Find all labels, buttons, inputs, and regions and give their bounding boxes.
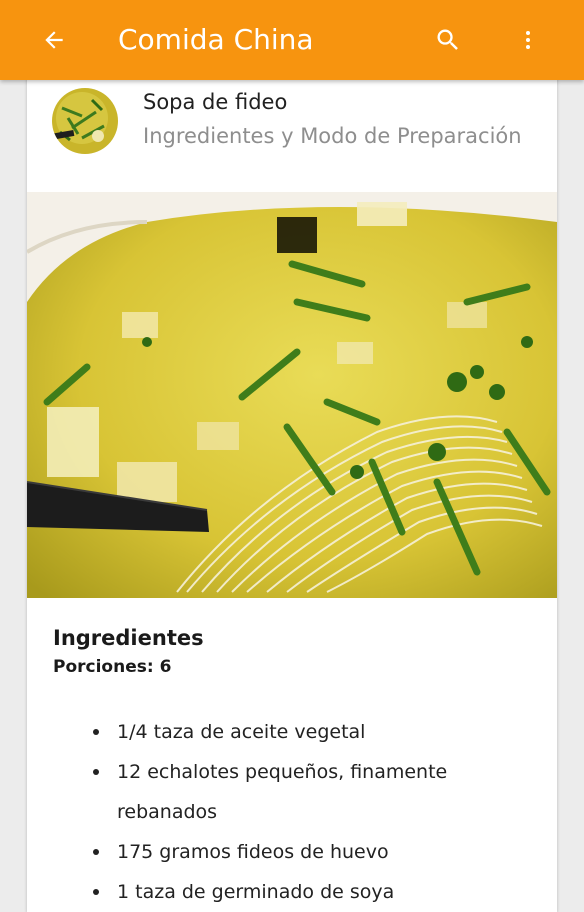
recipe-card: Sopa de fideo Ingredientes y Modo de Pre… bbox=[27, 72, 557, 912]
app-title: Comida China bbox=[118, 23, 314, 56]
bullet-icon bbox=[93, 769, 99, 775]
recipe-subtitle: Ingredientes y Modo de Preparación bbox=[143, 124, 522, 148]
ingredient-text: 1/4 taza de aceite vegetal bbox=[117, 721, 366, 743]
recipe-photo bbox=[27, 192, 557, 598]
list-item: 1 taza de germinado de soya bbox=[87, 872, 507, 912]
ingredients-heading: Ingredientes bbox=[53, 626, 204, 650]
bullet-icon bbox=[93, 849, 99, 855]
more-vert-icon bbox=[526, 31, 530, 49]
back-button[interactable] bbox=[34, 22, 74, 58]
ingredient-text: 175 gramos fideos de huevo bbox=[117, 841, 389, 863]
search-icon bbox=[437, 29, 458, 50]
list-item: 12 echalotes pequeños, finamente rebanad… bbox=[87, 752, 507, 832]
app-bar: Comida China bbox=[0, 0, 584, 80]
ingredients-list: 1/4 taza de aceite vegetal 12 echalotes … bbox=[87, 712, 507, 912]
search-button[interactable] bbox=[430, 22, 466, 58]
portions-label: Porciones: 6 bbox=[53, 657, 172, 677]
bullet-icon bbox=[93, 889, 99, 895]
ingredient-text: 12 echalotes pequeños, finamente rebanad… bbox=[117, 761, 448, 823]
recipe-avatar bbox=[52, 88, 118, 154]
list-item: 1/4 taza de aceite vegetal bbox=[87, 712, 507, 752]
bullet-icon bbox=[93, 729, 99, 735]
list-item: 175 gramos fideos de huevo bbox=[87, 832, 507, 872]
recipe-title: Sopa de fideo bbox=[143, 90, 288, 114]
arrow-back-icon bbox=[45, 31, 63, 49]
more-options-button[interactable] bbox=[512, 22, 544, 58]
